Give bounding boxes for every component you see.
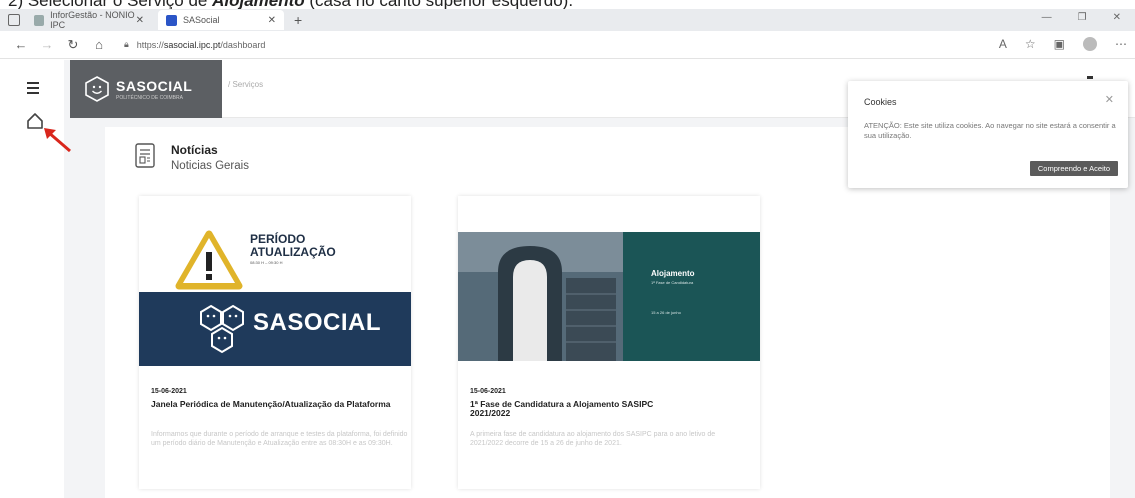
banner-dates-text: 15 a 26 de junho [651,310,681,315]
tab-favicon-icon [166,14,177,26]
banner-update-text: ATUALIZAÇÃO [250,245,336,259]
banner-faces-icon [200,304,244,354]
smiley-logo-icon [85,76,109,102]
window-controls: — ❐ ✕ [1042,12,1121,23]
tab-close-icon[interactable]: ✕ [268,15,276,26]
forward-arrow-icon[interactable]: → [36,37,58,52]
tab-label: SASocial [183,15,220,25]
red-arrow-annotation [44,128,71,153]
news-card-maintenance[interactable]: PERÍODO ATUALIZAÇÃO 08:30 H – 09:30 H SA… [139,196,411,489]
breadcrumb[interactable]: / Serviços [228,80,263,89]
banner-brand-text: SASOCIAL [253,309,382,336]
cookie-close-icon[interactable]: ✕ [1105,93,1114,106]
browser-toolbar: A ☆ ▣ ⋯ [999,37,1127,51]
alojamento-banner-image: Alojamento 1ª Fase de Candidatura 15 a 2… [458,232,760,361]
browser-tab-strip: InforGestão - NONIO IPC ✕ SASocial ✕ + —… [0,9,1135,31]
browser-tab-sasocial[interactable]: SASocial ✕ [158,10,284,30]
news-date: 15-06-2021 [151,388,187,395]
more-options-icon[interactable]: ⋯ [1115,37,1127,51]
url-path: /dashboard [220,39,266,50]
banner-time-text: 08:30 H – 09:30 H [250,260,283,265]
news-subtitle: Noticias Gerais [171,160,249,172]
browser-home-icon[interactable]: ⌂ [88,37,110,52]
profile-avatar[interactable] [1083,37,1097,51]
tab-close-icon[interactable]: ✕ [136,15,144,26]
tab-label: InforGestão - NONIO IPC [50,10,135,30]
news-card-title[interactable]: Janela Periódica de Manutenção/Atualizaç… [151,400,406,409]
news-card-text: Informamos que durante o período de arra… [151,431,408,447]
url-host: sasocial.ipc.pt [163,39,221,50]
news-date: 15-06-2021 [470,388,506,395]
browser-tab-inforgestao[interactable]: InforGestão - NONIO IPC ✕ [26,10,152,30]
lock-icon: 🔒︎ [124,39,129,49]
accept-cookies-button[interactable]: Compreendo e Aceito [1029,161,1118,176]
cookie-title: Cookies [864,97,897,107]
close-window-button[interactable]: ✕ [1113,12,1121,23]
new-tab-button[interactable]: + [294,12,302,28]
news-card-title[interactable]: 1ª Fase de Candidatura a Alojamento SASI… [470,400,670,418]
maximize-button[interactable]: ❐ [1078,12,1087,23]
instruction-caption: 2) Selecionar o Serviço de Alojamento (c… [8,0,574,10]
news-header: Notícias Noticias Gerais [135,143,249,172]
left-rail [0,60,71,498]
logo-subtext: POLITÉCNICO DE COIMBRA [116,94,183,101]
minimize-button[interactable]: — [1042,12,1052,23]
cookie-text: ATENÇÃO: Este site utiliza cookies. Ao n… [864,121,1116,140]
address-bar: ← → ↻ ⌂ 🔒︎ https://sasocial.ipc.pt/dashb… [0,31,1135,59]
back-arrow-icon[interactable]: ← [10,37,32,52]
banner-phase-text: 1ª Fase de Candidatura [651,280,694,285]
hamburger-menu-icon[interactable] [27,82,39,97]
logo-text: SASOCIAL [116,77,193,94]
banner-period-text: PERÍODO [250,232,306,246]
tab-favicon-icon [34,14,45,26]
window-menu-icon[interactable] [8,14,20,26]
maintenance-banner-image: PERÍODO ATUALIZAÇÃO 08:30 H – 09:30 H SA… [139,226,411,366]
collections-icon[interactable]: ▣ [1054,37,1065,51]
newspaper-icon [135,143,155,168]
news-card-alojamento[interactable]: Alojamento 1ª Fase de Candidatura 15 a 2… [458,196,760,489]
cookie-banner: Cookies ✕ ATENÇÃO: Este site utiliza coo… [848,81,1128,188]
favorite-star-icon[interactable]: ☆ [1025,37,1036,51]
header-menu-icon[interactable] [1087,76,1093,79]
sasocial-logo[interactable]: SASOCIAL POLITÉCNICO DE COIMBRA [70,60,222,118]
banner-alojamento-title: Alojamento [651,269,695,278]
refresh-icon[interactable]: ↻ [62,37,84,53]
url-field[interactable]: 🔒︎ https://sasocial.ipc.pt/dashboard [124,39,265,50]
news-title: Notícias [171,143,218,157]
read-aloud-icon[interactable]: A [999,37,1007,51]
url-scheme: https:// [136,39,164,50]
news-card-text: A primeira fase de candidatura ao alojam… [470,431,716,447]
